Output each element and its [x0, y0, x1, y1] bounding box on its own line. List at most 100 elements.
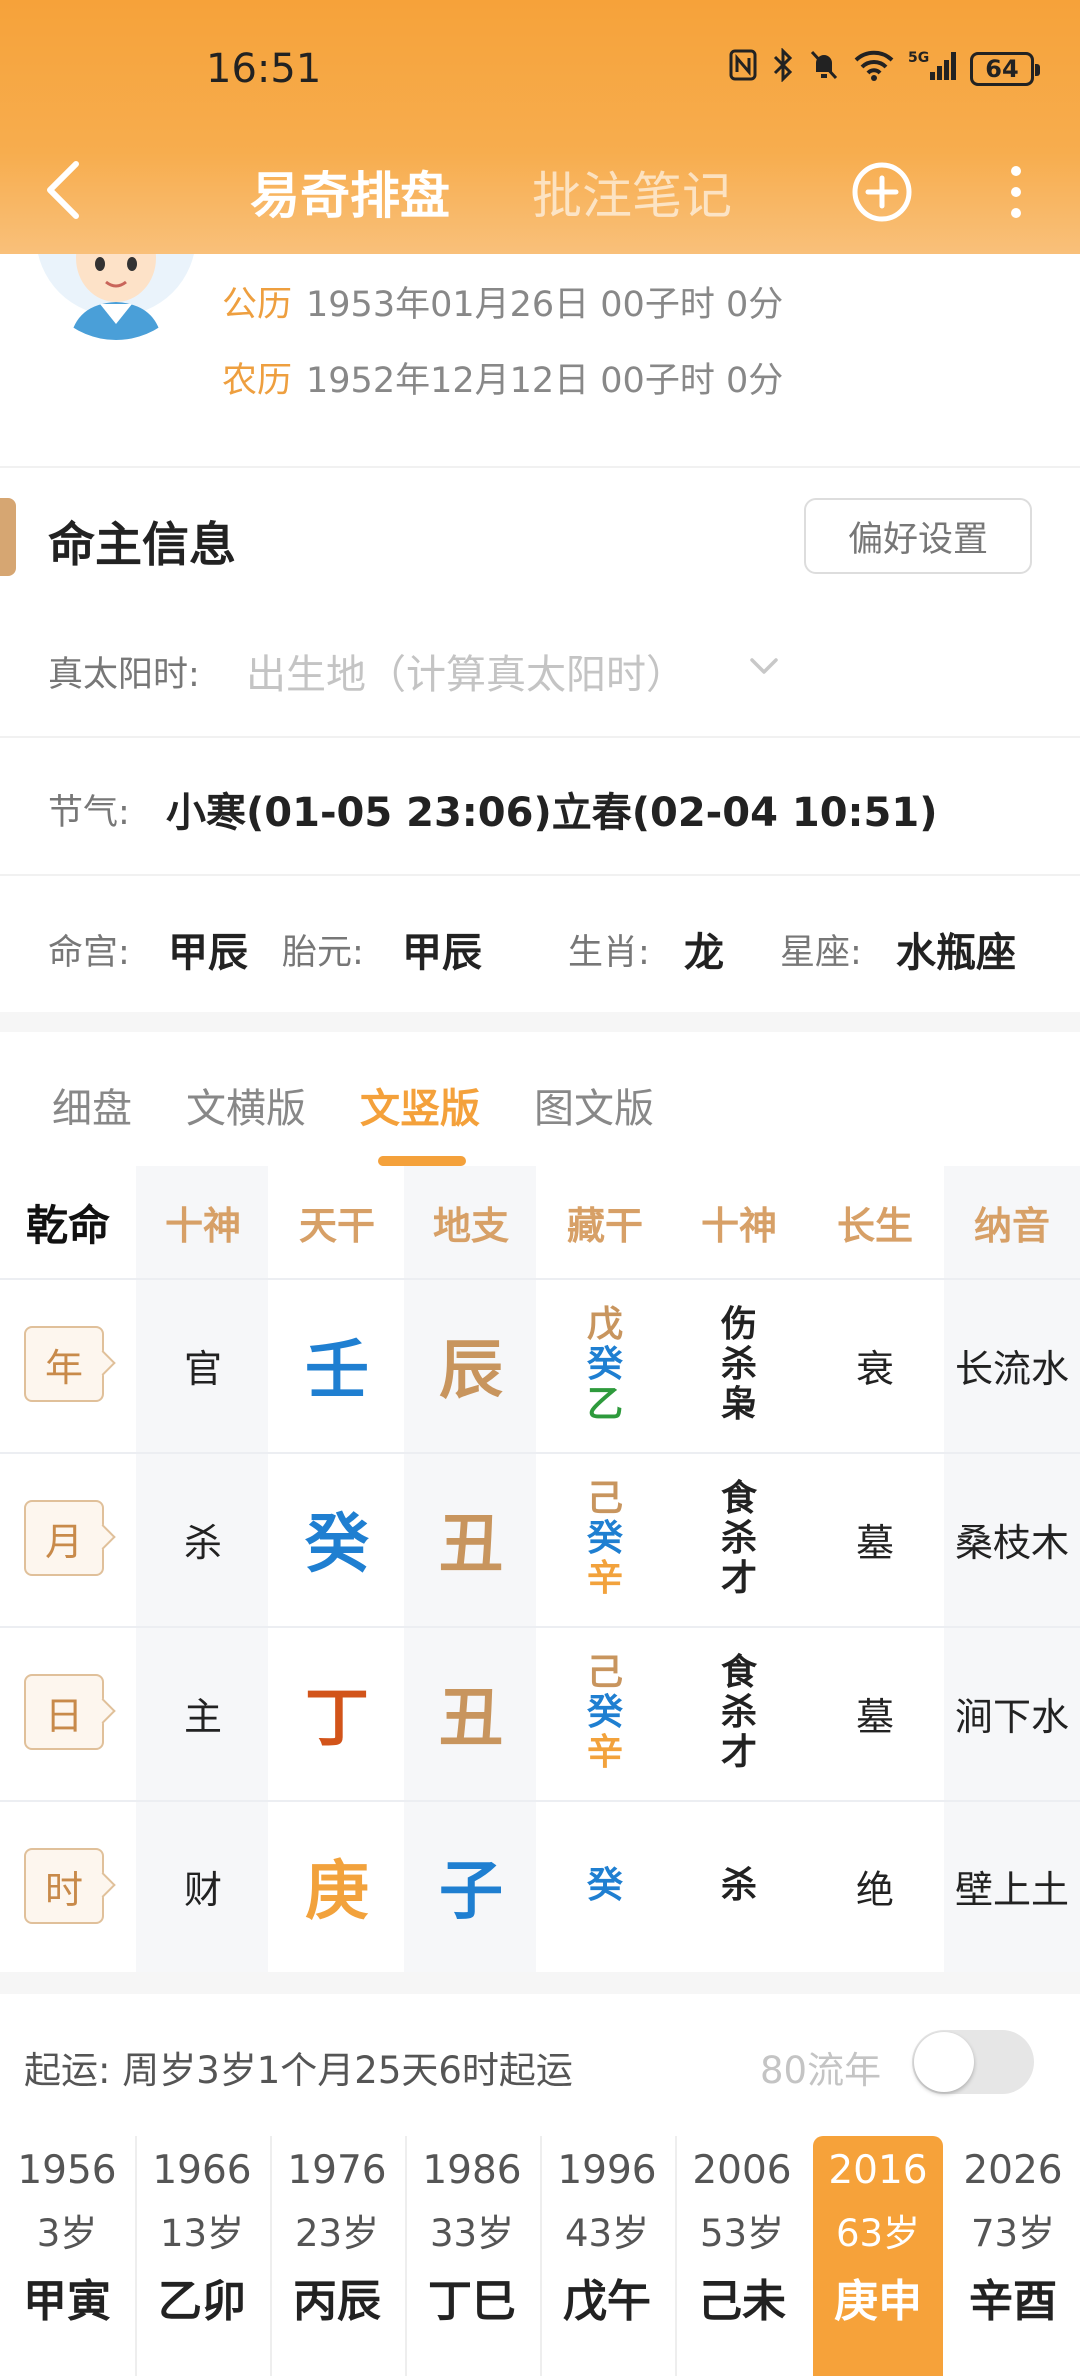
- month-shishen2: 食 杀 才: [672, 1452, 806, 1626]
- xingzuo-value: 水瓶座: [896, 930, 1016, 976]
- day-shishen: 主: [183, 1694, 222, 1739]
- wifi-icon: [854, 49, 894, 89]
- year-canggan: 戊 癸 乙: [538, 1278, 672, 1452]
- canggan-char: 癸: [586, 1865, 623, 1906]
- shengxiao-value: 龙: [684, 930, 724, 976]
- dayun-item-active[interactable]: 2016 63岁 庚申: [813, 2136, 943, 2376]
- birthplace-selector[interactable]: 出生地（计算真太阳时）: [246, 642, 686, 700]
- back-button[interactable]: [36, 150, 96, 230]
- hour-shishen: 财: [183, 1867, 222, 1912]
- dayun-item[interactable]: 1976 23岁 丙辰: [272, 2136, 402, 2376]
- dayun-item[interactable]: 2006 53岁 己未: [677, 2136, 807, 2376]
- section-gap: [0, 1012, 1080, 1032]
- dayun-ganzhi: 丙辰: [293, 2276, 381, 2327]
- tab-paipan[interactable]: 易奇排盘: [250, 156, 450, 228]
- shishen-char: 杀: [720, 1692, 757, 1733]
- dayun-ganzhi: 丁巳: [428, 2276, 516, 2327]
- dayun-age: 33岁: [429, 2212, 515, 2255]
- day-changsheng: 墓: [855, 1694, 894, 1739]
- header-shishen2: 十神: [700, 1203, 777, 1248]
- minggong-value: 甲辰: [168, 930, 248, 976]
- subtab-xipan[interactable]: 细盘: [52, 1076, 132, 1134]
- subtab-wenheng[interactable]: 文横版: [186, 1076, 306, 1134]
- dayun-year: 1966: [152, 2148, 252, 2193]
- canggan-char: 戊: [586, 1304, 623, 1345]
- bluetooth-icon: [772, 47, 794, 90]
- preference-settings-button[interactable]: 偏好设置: [804, 498, 1032, 574]
- hour-canggan: 癸: [538, 1800, 672, 1972]
- dayun-age: 63岁: [835, 2212, 921, 2255]
- day-shishen2: 食 杀 才: [672, 1626, 806, 1800]
- day-dizhi: 丑: [439, 1682, 503, 1756]
- subtab-wenshu[interactable]: 文竖版: [360, 1076, 480, 1134]
- section-gap: [0, 1972, 1080, 1994]
- dayun-ganzhi: 戊午: [563, 2276, 651, 2327]
- dayun-item[interactable]: 2026 73岁 辛酉: [948, 2136, 1078, 2376]
- toggle-knob: [914, 2032, 974, 2092]
- section-title: 命主信息: [48, 518, 236, 573]
- month-canggan: 己 癸 辛: [538, 1452, 672, 1626]
- shishen-char: 食: [720, 1478, 757, 1519]
- liunian-toggle[interactable]: [912, 2030, 1034, 2094]
- svg-text:5G: 5G: [908, 50, 929, 66]
- taiyuan-label: 胎元:: [282, 933, 364, 973]
- divider: [0, 736, 1080, 738]
- month-tiangan: 癸: [305, 1508, 369, 1582]
- active-tab-indicator: [378, 1156, 466, 1166]
- subtab-tuwen[interactable]: 图文版: [534, 1076, 654, 1134]
- header-changsheng: 长生: [836, 1203, 913, 1248]
- year-tiangan: 壬: [305, 1334, 369, 1408]
- dayun-ganzhi: 乙卯: [158, 2276, 246, 2327]
- header-canggan: 藏干: [566, 1203, 643, 1248]
- row-label-hour: 时: [24, 1848, 104, 1924]
- header-tiangan: 天干: [298, 1203, 375, 1248]
- month-shishen: 杀: [183, 1520, 222, 1565]
- canggan-char: 乙: [586, 1384, 623, 1425]
- canggan-char: 己: [586, 1652, 623, 1693]
- day-tiangan: 丁: [305, 1682, 369, 1756]
- tab-notes[interactable]: 批注笔记: [532, 156, 732, 228]
- more-vertical-icon[interactable]: [998, 160, 1034, 224]
- dayun-item[interactable]: 1996 43岁 戊午: [542, 2136, 672, 2376]
- year-shishen: 官: [183, 1346, 222, 1391]
- canggan-char: 癸: [586, 1518, 623, 1559]
- hour-changsheng: 绝: [855, 1867, 894, 1912]
- canggan-char: 辛: [586, 1558, 623, 1599]
- dayun-ganzhi: 甲寅: [23, 2276, 111, 2327]
- dayun-year: 2026: [963, 2148, 1063, 2193]
- dayun-ganzhi: 辛酉: [969, 2276, 1057, 2327]
- dayun-item[interactable]: 1956 3岁 甲寅: [2, 2136, 132, 2376]
- canggan-char: 癸: [586, 1692, 623, 1733]
- dayun-item[interactable]: 1986 33岁 丁巳: [407, 2136, 537, 2376]
- year-changsheng: 衰: [855, 1346, 894, 1391]
- canggan-char: 己: [586, 1478, 623, 1519]
- year-nayin: 长流水: [954, 1346, 1069, 1391]
- chevron-down-icon[interactable]: [746, 652, 782, 680]
- dayun-year: 2006: [692, 2148, 792, 2193]
- signal-5g-icon: 5G: [908, 48, 956, 90]
- canggan-char: 癸: [586, 1344, 623, 1385]
- taiyuan-value: 甲辰: [402, 930, 482, 976]
- hour-dizhi: 子: [439, 1855, 503, 1929]
- dayun-item[interactable]: 1966 13岁 乙卯: [137, 2136, 267, 2376]
- dayun-year: 1976: [287, 2148, 387, 2193]
- divider: [0, 874, 1080, 876]
- month-dizhi: 丑: [439, 1508, 503, 1582]
- header-nayin: 纳音: [973, 1203, 1050, 1248]
- true-solar-time-label: 真太阳时:: [48, 655, 200, 695]
- row-label-year: 年: [24, 1326, 104, 1402]
- shishen-char: 才: [720, 1732, 757, 1773]
- dayun-age: 53岁: [699, 2212, 785, 2255]
- header-shishen: 十神: [164, 1203, 241, 1248]
- canggan-char: 辛: [586, 1732, 623, 1773]
- shishen-char: 杀: [720, 1344, 757, 1385]
- battery-icon: 64: [970, 52, 1040, 86]
- year-dizhi: 辰: [439, 1334, 503, 1408]
- add-button[interactable]: [850, 160, 914, 224]
- row-label-month: 月: [24, 1500, 104, 1576]
- dayun-age: 43岁: [564, 2212, 650, 2255]
- shishen-char: 才: [720, 1558, 757, 1599]
- lunar-label: 农历: [222, 361, 293, 401]
- solar-label: 公历: [222, 285, 293, 325]
- dayun-age: 3岁: [36, 2212, 98, 2255]
